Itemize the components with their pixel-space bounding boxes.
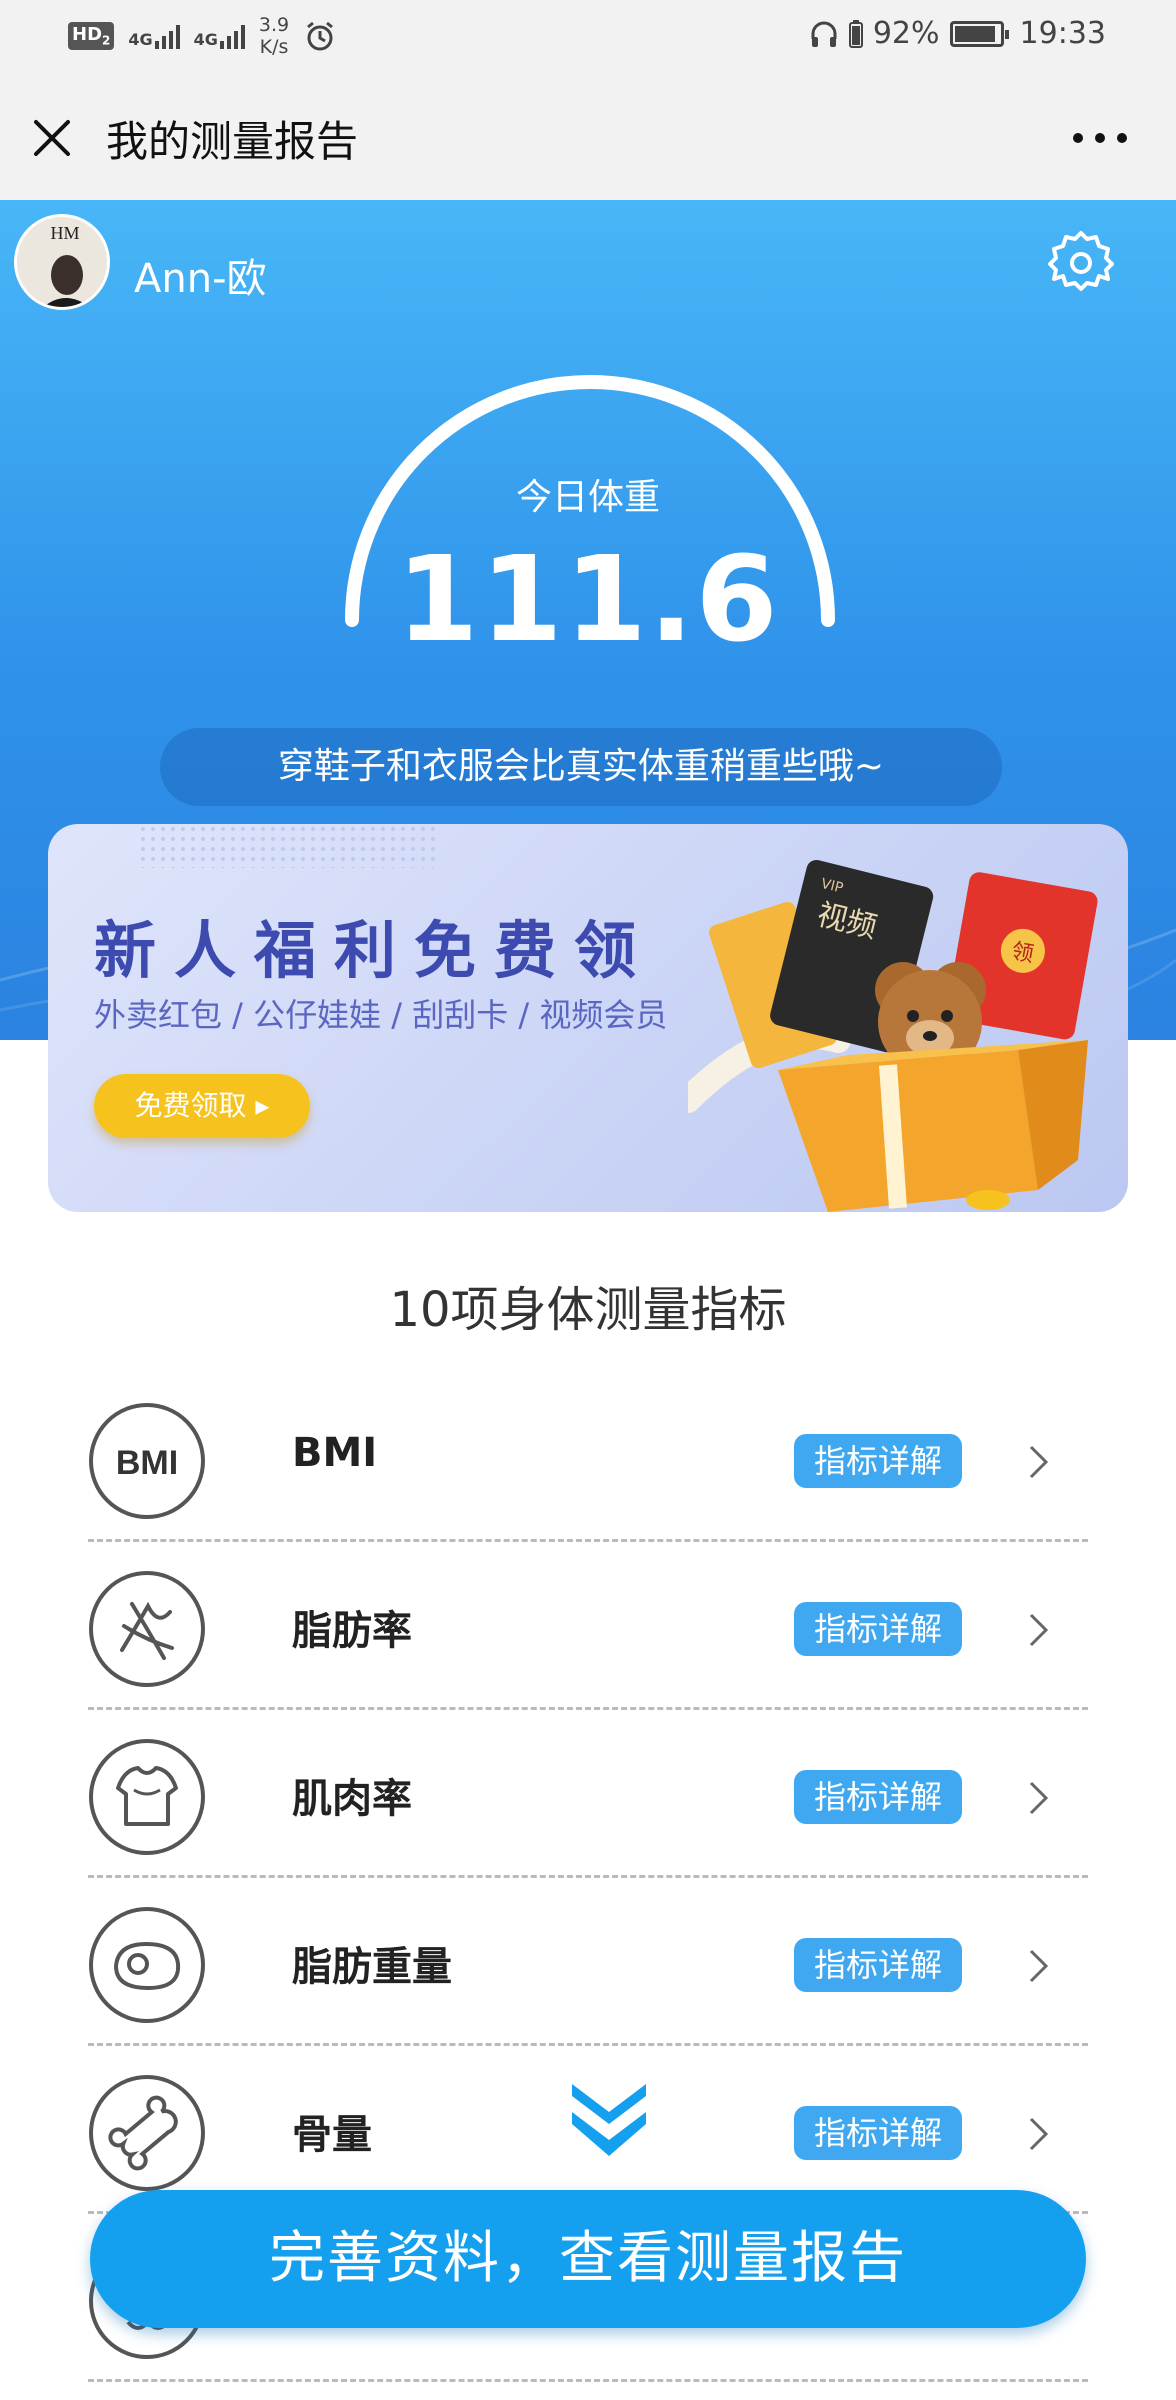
metric-name: 脂肪率 xyxy=(292,1608,412,1654)
chevron-right-icon xyxy=(1029,2117,1049,2151)
avatar-image: HM xyxy=(17,217,107,307)
envelope-text: 领 xyxy=(1009,939,1035,967)
metric-row-bmi[interactable]: BMI BMI 指标详解 xyxy=(88,1374,1088,1542)
metric-row-fat-weight[interactable]: 脂肪重量 指标详解 xyxy=(88,1878,1088,2046)
claim-free-button[interactable]: 免费领取 ▸ xyxy=(94,1074,310,1138)
signal-2-label: 4G xyxy=(193,30,218,49)
avatar[interactable]: HM xyxy=(14,214,110,310)
speed-unit: K/s xyxy=(259,36,289,58)
gear-icon[interactable] xyxy=(1048,230,1114,296)
title-bar: 我的测量报告 xyxy=(0,72,1176,200)
signal-1-label: 4G xyxy=(128,30,153,49)
detail-button[interactable]: 指标详解 xyxy=(794,1434,962,1488)
username: Ann-欧 xyxy=(134,256,267,302)
clock: 19:33 xyxy=(1019,16,1106,51)
weight-label: 今日体重 xyxy=(515,477,660,518)
metric-name: 肌肉率 xyxy=(292,1776,412,1822)
chevron-right-icon xyxy=(1029,1949,1049,1983)
page-title: 我的测量报告 xyxy=(106,117,359,166)
weight-value: 111.6 xyxy=(396,530,780,668)
close-icon[interactable] xyxy=(28,114,76,162)
dot-pattern xyxy=(138,824,438,868)
signal-icon: 4G xyxy=(128,23,180,49)
signal-icon: 4G xyxy=(194,23,245,49)
promo-title: 新人福利免费领 xyxy=(94,914,655,987)
chevron-right-icon xyxy=(1029,1781,1049,1815)
detail-button[interactable]: 指标详解 xyxy=(794,2106,962,2160)
fat-weight-icon xyxy=(89,1907,205,2023)
bmi-icon-text: BMI xyxy=(116,1444,178,1482)
detail-button[interactable]: 指标详解 xyxy=(794,1770,962,1824)
metric-name: 脂肪重量 xyxy=(292,1944,452,1990)
network-speed: 3.9 K/s xyxy=(259,14,289,58)
promo-subtitle: 外卖红包 / 公仔娃娃 / 刮刮卡 / 视频会员 xyxy=(94,996,668,1034)
chevron-right-icon xyxy=(1029,1613,1049,1647)
headphones-icon xyxy=(811,21,837,47)
metric-name: BMI xyxy=(292,1430,378,1476)
status-bar: HD2 4G 4G 3.9 K/s 92% 19:33 xyxy=(0,0,1176,72)
muscle-rate-icon xyxy=(89,1739,205,1855)
bone-icon xyxy=(89,2075,205,2191)
fat-rate-icon xyxy=(89,1571,205,1687)
speed-value: 3.9 xyxy=(258,14,290,36)
more-icon[interactable] xyxy=(1072,132,1128,144)
gift-box-illustration: VIP 视频 领 xyxy=(688,859,1098,1212)
bmi-icon: BMI xyxy=(89,1403,205,1519)
metric-name: 骨量 xyxy=(292,2112,372,2158)
metrics-section-title: 10项身体测量指标 xyxy=(389,1282,787,1338)
battery-percent: 92% xyxy=(872,16,940,51)
avatar-monogram: HM xyxy=(50,223,79,243)
hd-sub: 2 xyxy=(102,33,111,48)
metric-row-fat-rate[interactable]: 脂肪率 指标详解 xyxy=(88,1542,1088,1710)
weight-hint: 穿鞋子和衣服会比真实体重稍重些哦~ xyxy=(160,728,1002,806)
alarm-icon xyxy=(307,21,334,51)
hd-text: HD xyxy=(72,24,103,46)
chevron-right-icon xyxy=(1029,1445,1049,1479)
status-left: HD2 4G 4G 3.9 K/s xyxy=(68,14,337,58)
detail-button[interactable]: 指标详解 xyxy=(794,1938,962,1992)
hd-indicator: HD2 xyxy=(68,22,115,50)
battery-small-icon xyxy=(848,19,863,48)
scroll-down-icon[interactable] xyxy=(570,2082,648,2160)
promo-banner[interactable]: 新人福利免费领 外卖红包 / 公仔娃娃 / 刮刮卡 / 视频会员 免费领取 ▸ … xyxy=(48,824,1128,1212)
battery-icon xyxy=(949,20,1009,47)
battery-fill xyxy=(954,25,995,42)
detail-button[interactable]: 指标详解 xyxy=(794,1602,962,1656)
status-right: 92% 19:33 xyxy=(809,16,1106,51)
metric-row-muscle-rate[interactable]: 肌肉率 指标详解 xyxy=(88,1710,1088,1878)
complete-profile-button[interactable]: 完善资料，查看测量报告 xyxy=(90,2190,1086,2328)
